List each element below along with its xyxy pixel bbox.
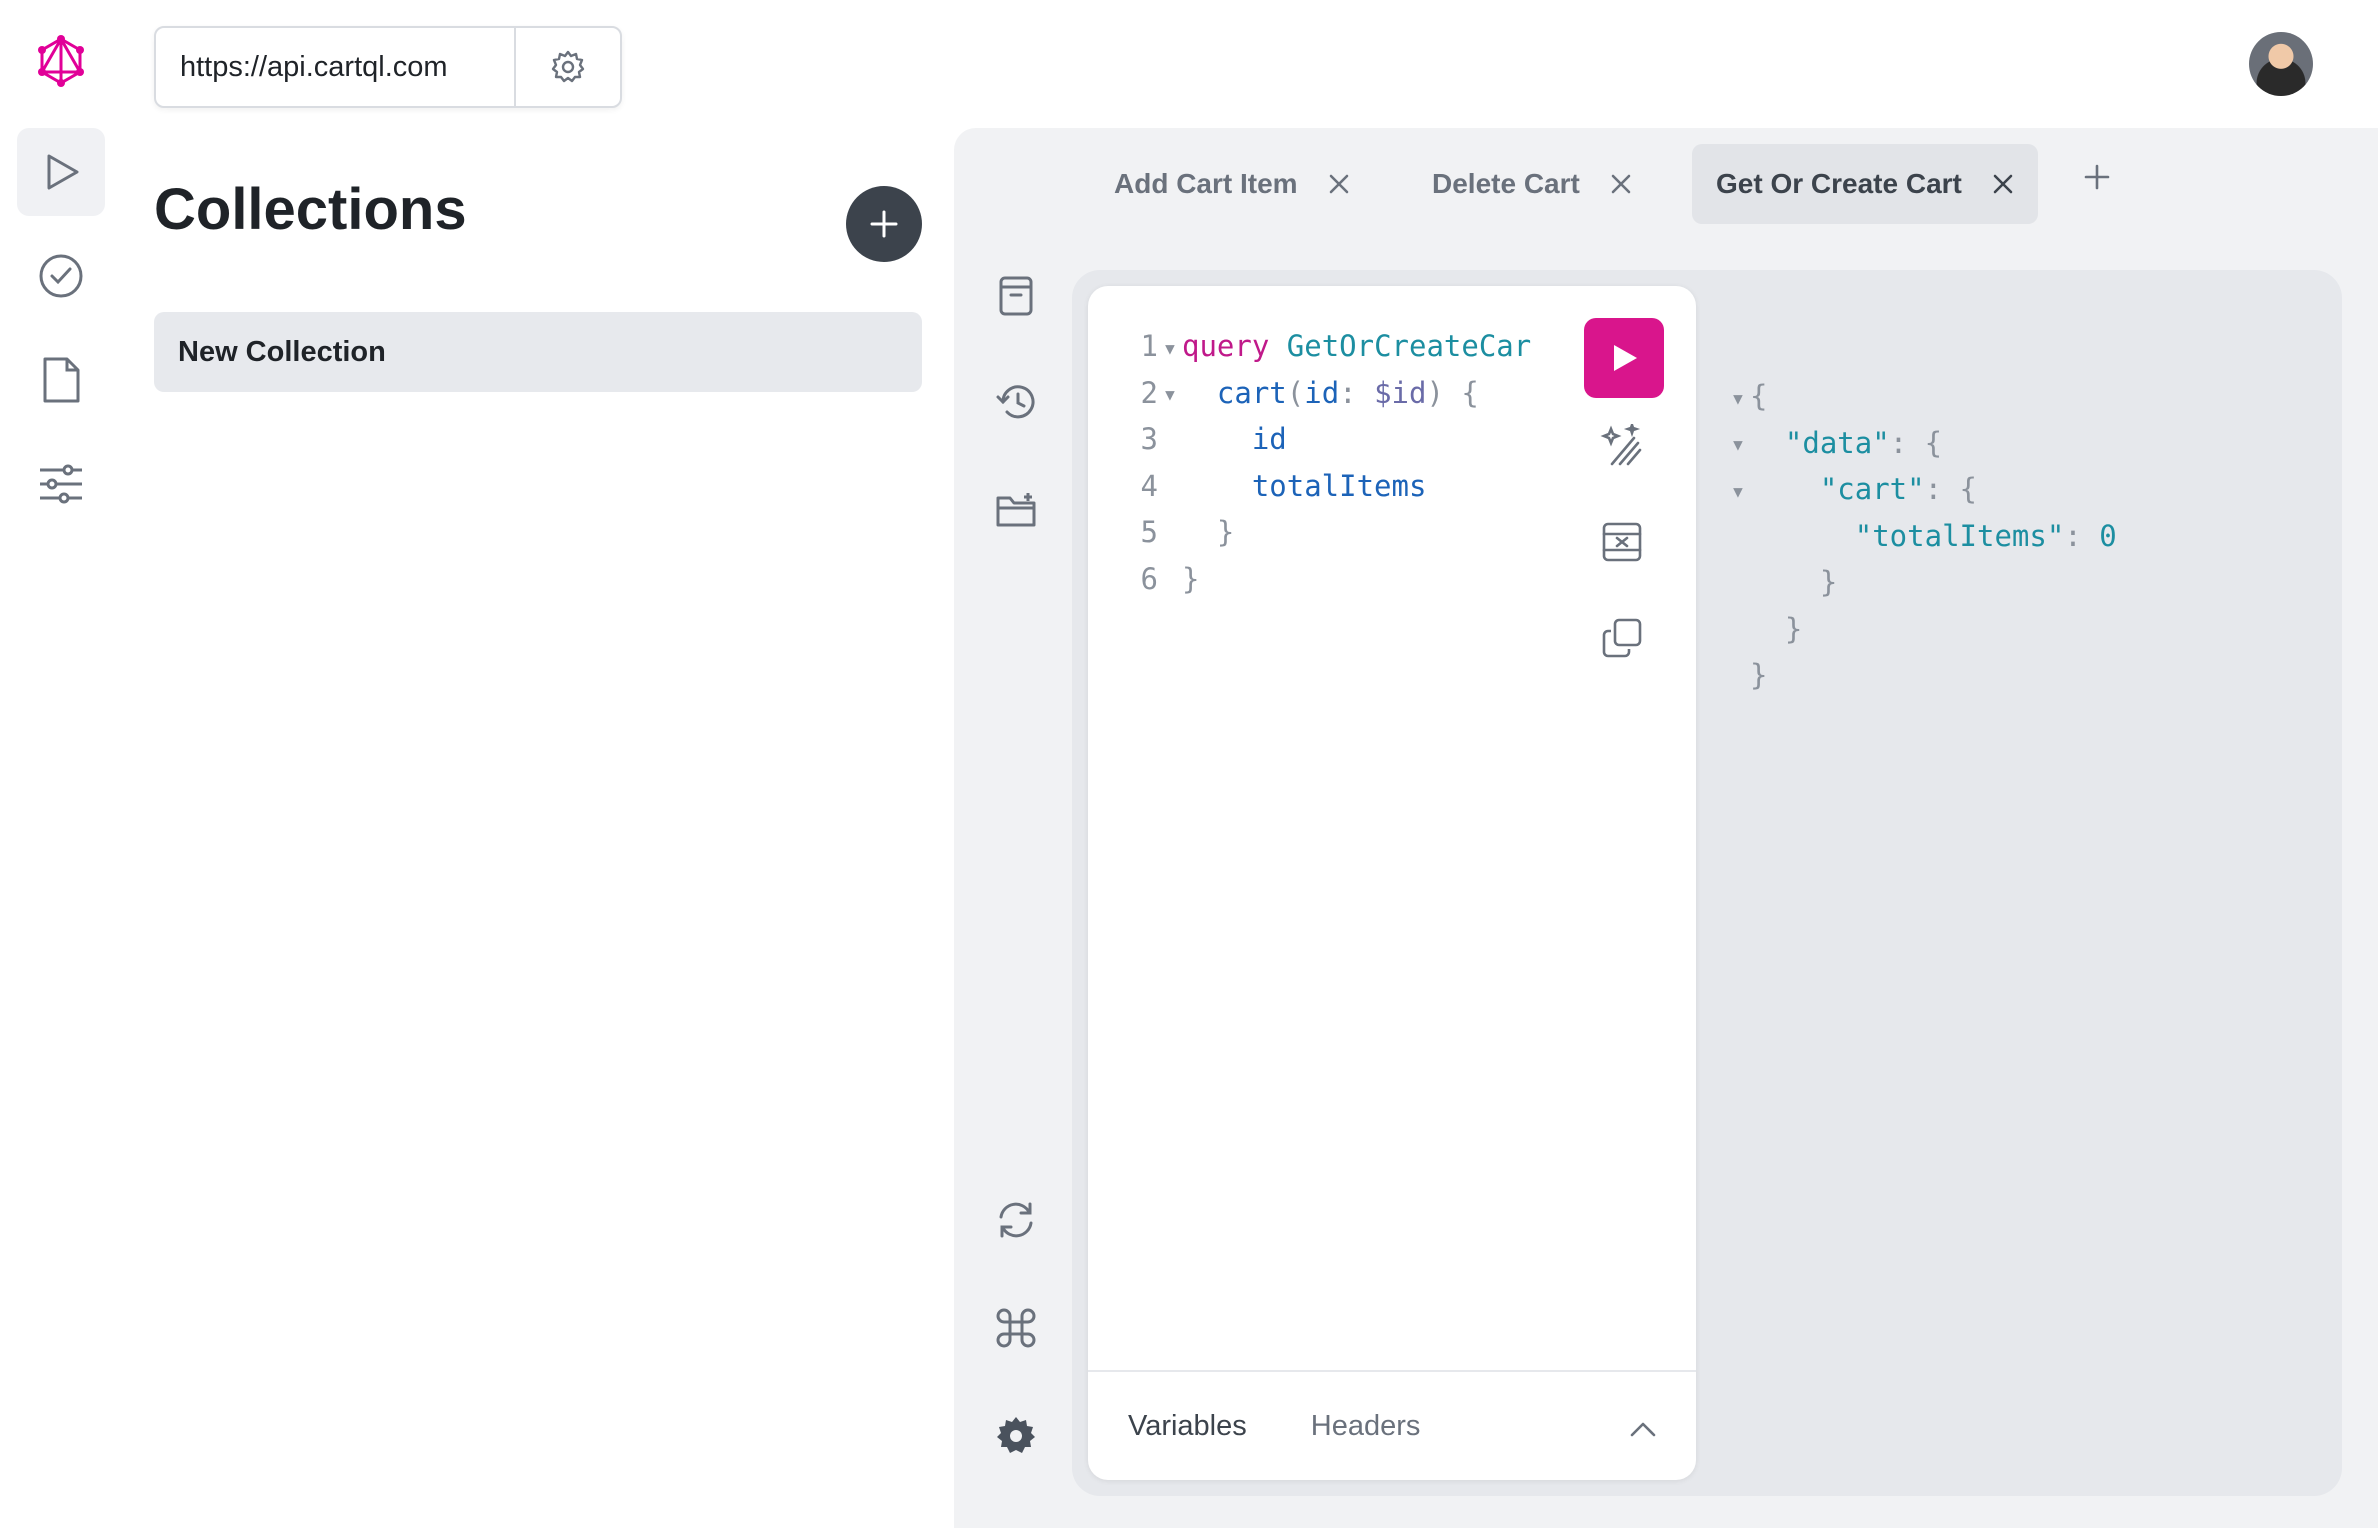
- tab-add-cart-item[interactable]: Add Cart Item: [1090, 144, 1374, 224]
- play-icon: [1614, 345, 1637, 371]
- close-icon[interactable]: [1992, 173, 2014, 195]
- fold-arrow-icon[interactable]: ▼: [1158, 326, 1182, 371]
- tab-label: Delete Cart: [1432, 168, 1580, 199]
- code-line: 4 totalItems: [1140, 468, 1427, 503]
- document-icon: [43, 357, 80, 403]
- merge-icon: [1602, 522, 1642, 562]
- response-viewer: ▼{▼ "data": {▼ "cart": { "totalItems": 0…: [1726, 374, 2117, 700]
- gear-icon: [997, 1417, 1035, 1453]
- query-code[interactable]: 1 ▼ query GetOrCreateCar 2 ▼ cart(id: $id) {…: [1128, 324, 1556, 603]
- tab-label: Get Or Create Cart: [1716, 168, 1962, 199]
- sliders-icon: [40, 464, 82, 504]
- plus-icon: [2084, 164, 2110, 190]
- result-line: }: [1750, 658, 1768, 692]
- endpoint-settings-button[interactable]: [514, 28, 620, 106]
- folder-plus-icon: [996, 493, 1036, 527]
- play-icon: [47, 154, 79, 190]
- result-line: "totalItems": 0: [1854, 518, 2117, 553]
- editor-area: 1 ▼ query GetOrCreateCar 2 ▼ cart(id: $id) {…: [1072, 270, 2342, 1496]
- refetch-schema-button[interactable]: [994, 1198, 1038, 1242]
- tab-bar: Add Cart Item Delete Cart Get Or Create …: [954, 128, 2378, 228]
- add-collection-button[interactable]: [846, 186, 922, 262]
- prettify-button[interactable]: [1600, 424, 1644, 468]
- plus-icon: [870, 210, 898, 238]
- add-tab-button[interactable]: [2084, 164, 2110, 195]
- nav-rail: [0, 0, 122, 1528]
- docs-explorer-button[interactable]: [994, 274, 1038, 318]
- rail-run-button[interactable]: [17, 128, 105, 216]
- collections-button[interactable]: [994, 488, 1038, 532]
- endpoint-bar: [154, 26, 622, 108]
- gear-icon: [551, 50, 585, 83]
- graphiql-logo-icon[interactable]: [36, 34, 86, 88]
- rail-check-button[interactable]: [17, 232, 105, 320]
- editor-footer: Variables Headers: [1088, 1370, 1696, 1480]
- endpoint-url-input[interactable]: [156, 28, 514, 106]
- result-line: ▼ "data": {: [1726, 421, 2117, 468]
- fold-arrow-icon[interactable]: ▼: [1726, 376, 1750, 421]
- copy-query-button[interactable]: [1600, 616, 1644, 660]
- rail-settings-button[interactable]: [17, 440, 105, 528]
- workspace: Add Cart Item Delete Cart Get Or Create …: [954, 128, 2378, 1528]
- code-line: 3 id: [1140, 422, 1287, 456]
- collections-title: Collections: [154, 177, 467, 242]
- result-line: }: [1784, 611, 1803, 646]
- settings-button[interactable]: [994, 1414, 1038, 1458]
- headers-tab[interactable]: Headers: [1311, 1410, 1421, 1443]
- collection-item[interactable]: New Collection: [154, 312, 922, 392]
- magic-wand-icon: [1600, 424, 1642, 466]
- code-line: 2 ▼ cart(id: $id) {: [1128, 371, 1556, 418]
- tab-get-or-create-cart[interactable]: Get Or Create Cart: [1692, 144, 2038, 224]
- user-avatar[interactable]: [2249, 32, 2313, 96]
- shortcuts-button[interactable]: [994, 1306, 1038, 1350]
- code-line: 5 }: [1140, 515, 1235, 549]
- tab-delete-cart[interactable]: Delete Cart: [1408, 144, 1656, 224]
- command-icon: [996, 1308, 1036, 1348]
- rail-docs-button[interactable]: [17, 336, 105, 424]
- book-icon: [999, 276, 1033, 316]
- history-icon: [996, 385, 1035, 419]
- refresh-icon: [999, 1202, 1033, 1238]
- collection-item-label: New Collection: [178, 335, 386, 368]
- variables-tab[interactable]: Variables: [1128, 1410, 1247, 1443]
- fold-arrow-icon[interactable]: ▼: [1726, 469, 1750, 514]
- result-line: ▼ "cart": {: [1726, 467, 2117, 514]
- tab-label: Add Cart Item: [1114, 168, 1298, 199]
- merge-fragments-button[interactable]: [1600, 520, 1644, 564]
- result-line: }: [1819, 565, 1838, 599]
- sidebar-tools: [954, 128, 1074, 1528]
- copy-icon: [1602, 618, 1642, 658]
- execute-query-button[interactable]: [1584, 318, 1664, 398]
- close-icon[interactable]: [1328, 173, 1350, 195]
- check-circle-icon: [39, 254, 83, 298]
- query-editor[interactable]: 1 ▼ query GetOrCreateCar 2 ▼ cart(id: $id) {…: [1088, 286, 1696, 1480]
- close-icon[interactable]: [1610, 173, 1632, 195]
- chevron-up-icon[interactable]: [1630, 1412, 1656, 1445]
- fold-arrow-icon[interactable]: ▼: [1726, 422, 1750, 467]
- code-line: 6 }: [1140, 561, 1200, 596]
- fold-arrow-icon[interactable]: ▼: [1158, 372, 1182, 417]
- code-line: 1 ▼ query GetOrCreateCar: [1128, 324, 1556, 371]
- result-line: ▼{: [1726, 374, 2117, 421]
- history-button[interactable]: [994, 380, 1038, 424]
